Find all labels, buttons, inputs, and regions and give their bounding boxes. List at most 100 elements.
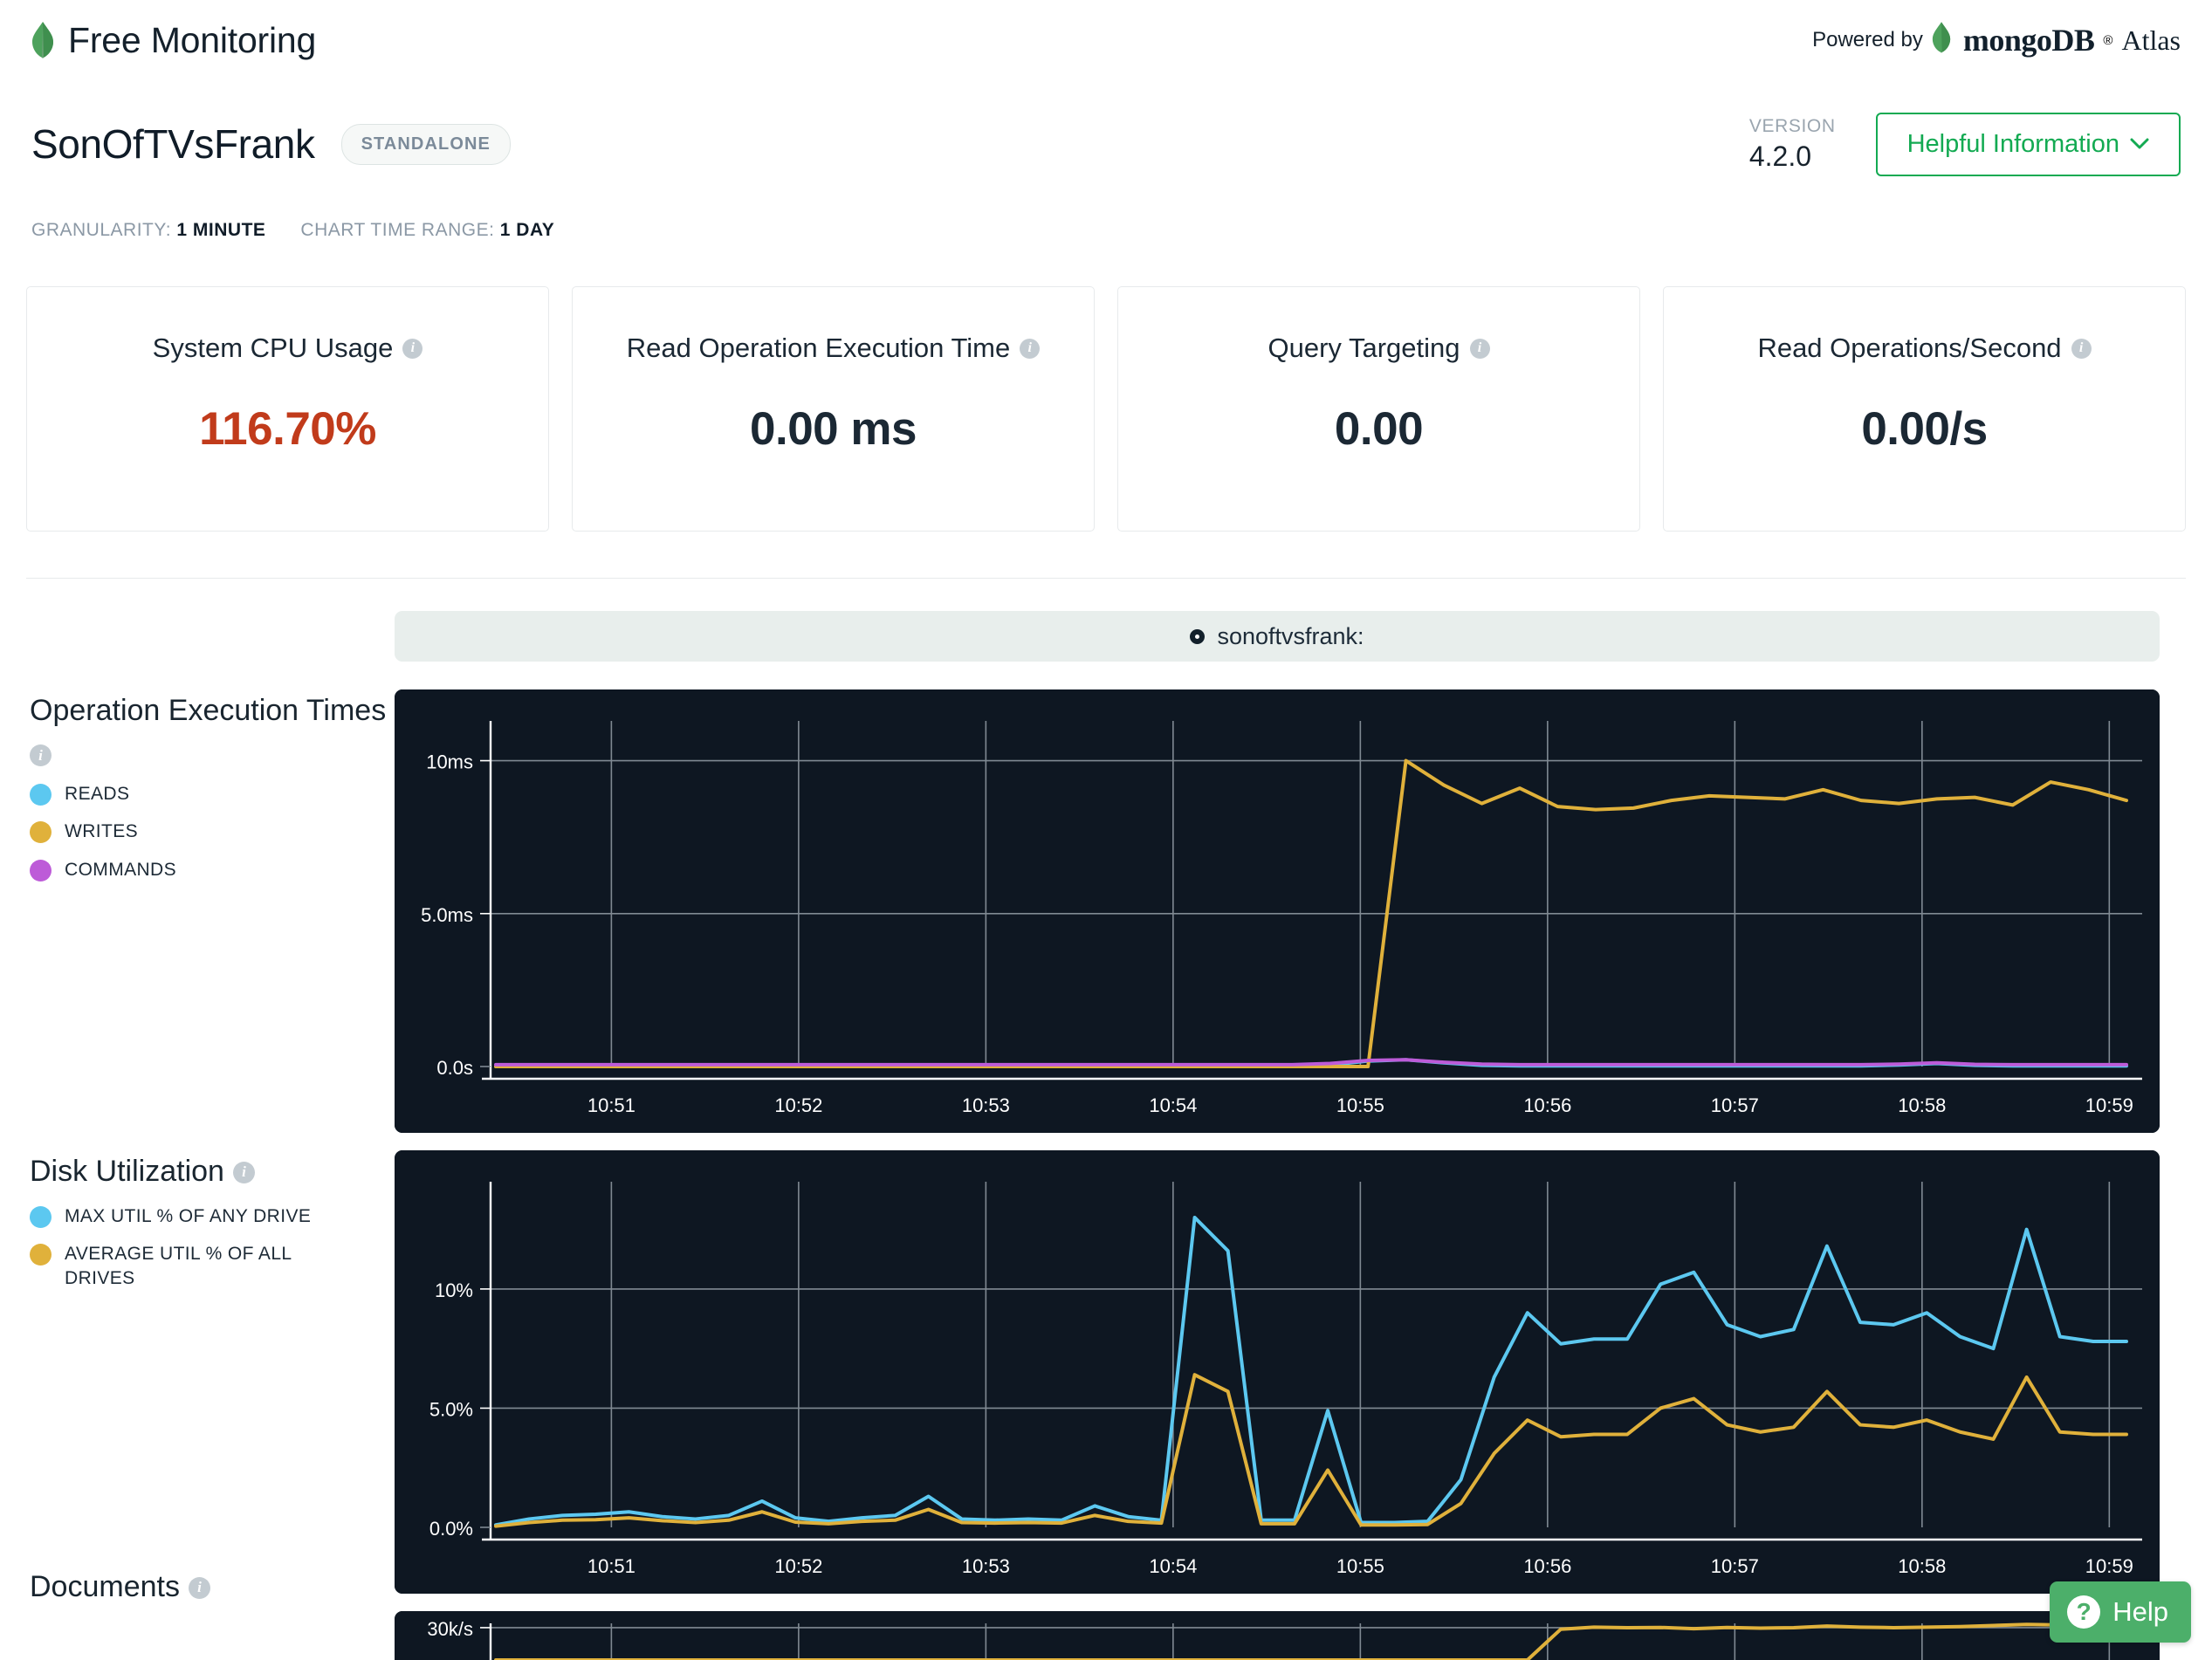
chart-title-operation-execution-times: Operation Execution Times i: [30, 693, 395, 767]
legend-label: READS: [65, 784, 130, 805]
legend-disk-utilization: MAX UTIL % OF ANY DRIVE AVERAGE UTIL % O…: [30, 1204, 395, 1290]
svg-text:5.0ms: 5.0ms: [421, 904, 473, 926]
svg-text:10:54: 10:54: [1149, 1555, 1197, 1577]
info-icon[interactable]: i: [188, 1577, 210, 1599]
svg-text:10:57: 10:57: [1711, 1555, 1759, 1577]
host-selector-label: sonoftvsfrank:: [1217, 622, 1364, 649]
status-badge: STANDALONE: [340, 123, 511, 165]
registered-mark: ®: [2103, 32, 2113, 48]
metric-card-title: System CPU Usage i: [153, 333, 423, 364]
header-right-group: VERSION 4.2.0 Helpful Information: [1749, 112, 2181, 176]
host-selector[interactable]: sonoftvsfrank:: [395, 611, 2160, 662]
mongodb-leaf-icon: [31, 22, 54, 58]
version-value: 4.2.0: [1748, 140, 1812, 172]
svg-text:30k/s: 30k/s: [427, 1618, 473, 1640]
svg-text:5.0%: 5.0%: [429, 1398, 473, 1420]
legend-swatch-max-util: [30, 1206, 52, 1229]
granularity-group: GRANULARITY: 1 MINUTE: [31, 220, 265, 241]
chart-canvas-operation-execution-times[interactable]: 0.0s 5.0ms 10ms 10:51 10:52 10:53 10:54 10:55 10…: [395, 689, 2160, 1133]
version-label: VERSION: [1748, 115, 1836, 136]
svg-text:10:55: 10:55: [1336, 1555, 1384, 1577]
legend-item-average-util[interactable]: AVERAGE UTIL % OF ALL DRIVES: [30, 1242, 395, 1290]
helpful-information-button[interactable]: Helpful Information: [1875, 112, 2181, 176]
legend-item-writes[interactable]: WRITES: [30, 820, 395, 844]
svg-text:10:52: 10:52: [774, 1555, 822, 1577]
metric-card-read-exec-time: Read Operation Execution Time i 0.00 ms: [572, 286, 1095, 532]
metric-title-text: System CPU Usage: [152, 333, 394, 363]
info-icon[interactable]: i: [1469, 338, 1490, 359]
svg-text:10:51: 10:51: [587, 1555, 635, 1577]
top-bar: Free Monitoring Powered by mongoDB ® Atl…: [0, 0, 2212, 80]
cluster-header: SonOfTVsFrank STANDALONE VERSION 4.2.0 H…: [31, 109, 2181, 179]
svg-text:10%: 10%: [435, 1279, 473, 1301]
metric-value: 0.00: [1334, 403, 1424, 455]
granularity-value[interactable]: 1 MINUTE: [176, 220, 265, 240]
svg-text:10:56: 10:56: [1523, 1555, 1571, 1577]
svg-text:10:59: 10:59: [2085, 1094, 2133, 1116]
chart-title-disk-utilization: Disk Utilization i: [30, 1154, 395, 1189]
chart-title-text: Operation Execution Times: [30, 694, 387, 727]
time-range-value[interactable]: 1 DAY: [500, 220, 554, 240]
svg-text:10:52: 10:52: [774, 1094, 822, 1116]
metric-card-row: System CPU Usage i 116.70% Read Operatio…: [26, 286, 2186, 532]
svg-text:0.0s: 0.0s: [436, 1057, 473, 1079]
metric-card-query-targeting: Query Targeting i 0.00: [1117, 286, 1640, 532]
svg-text:10:51: 10:51: [587, 1094, 635, 1116]
info-icon[interactable]: i: [402, 338, 423, 359]
chart-side-operation-execution-times: Operation Execution Times i READS WRITES…: [0, 689, 395, 1133]
chart-title-text: Disk Utilization: [30, 1155, 224, 1188]
info-icon[interactable]: i: [232, 1162, 255, 1183]
metric-value: 0.00 ms: [750, 403, 917, 455]
chart-row-disk-utilization: Disk Utilization i MAX UTIL % OF ANY DRI…: [0, 1150, 2212, 1594]
brand-title: Free Monitoring: [68, 19, 317, 60]
chart-row-operation-execution-times: Operation Execution Times i READS WRITES…: [0, 689, 2212, 1133]
help-button[interactable]: ? Help: [2050, 1581, 2191, 1643]
chart-side-documents: Documents i: [0, 1570, 395, 1660]
svg-text:10ms: 10ms: [426, 751, 473, 773]
chart-side-disk-utilization: Disk Utilization i MAX UTIL % OF ANY DRI…: [0, 1150, 395, 1594]
chart-canvas-documents[interactable]: 30k/s: [395, 1611, 2160, 1660]
legend-label: MAX UTIL % OF ANY DRIVE: [65, 1206, 312, 1227]
chart-row-documents: Documents i 30k/s: [0, 1570, 2212, 1660]
info-icon[interactable]: i: [2071, 338, 2092, 359]
radio-selected-icon[interactable]: [1190, 628, 1206, 644]
legend-item-max-util[interactable]: MAX UTIL % OF ANY DRIVE: [30, 1204, 395, 1229]
granularity-bar: GRANULARITY: 1 MINUTE CHART TIME RANGE: …: [31, 220, 554, 241]
legend-label: WRITES: [65, 821, 139, 842]
chart-title-documents: Documents i: [30, 1569, 395, 1604]
legend-item-reads[interactable]: READS: [30, 782, 395, 806]
metric-value: 116.70%: [199, 403, 376, 455]
metric-title-text: Query Targeting: [1267, 333, 1460, 363]
legend-operation-execution-times: READS WRITES COMMANDS: [30, 782, 395, 881]
info-icon[interactable]: i: [1020, 338, 1041, 359]
metric-value: 0.00/s: [1861, 403, 1988, 455]
metric-card-title: Query Targeting i: [1268, 333, 1490, 364]
atlas-wordmark: Atlas: [2121, 24, 2181, 56]
help-button-label: Help: [2112, 1596, 2168, 1627]
chart-canvas-disk-utilization[interactable]: 0.0% 5.0% 10% 10:51 10:52 10:53 10:54 10:55 10:5…: [395, 1150, 2160, 1594]
legend-label: AVERAGE UTIL % OF ALL DRIVES: [65, 1244, 292, 1288]
legend-item-commands[interactable]: COMMANDS: [30, 858, 395, 881]
question-mark-icon: ?: [2067, 1595, 2101, 1629]
chart-title-text: Documents: [30, 1570, 180, 1603]
version-block: VERSION 4.2.0: [1749, 116, 1836, 176]
powered-by-atlas: Powered by mongoDB ® Atlas: [1812, 22, 2181, 58]
svg-text:10:57: 10:57: [1711, 1094, 1759, 1116]
svg-text:10:58: 10:58: [1898, 1555, 1946, 1577]
page-title: SonOfTVsFrank: [31, 121, 315, 167]
svg-text:10:58: 10:58: [1898, 1094, 1946, 1116]
info-icon[interactable]: i: [30, 744, 52, 767]
svg-text:10:53: 10:53: [962, 1555, 1010, 1577]
svg-text:10:53: 10:53: [962, 1094, 1010, 1116]
metric-title-text: Read Operations/Second: [1757, 333, 2062, 363]
svg-text:10:59: 10:59: [2085, 1555, 2133, 1577]
metric-title-text: Read Operation Execution Time: [626, 333, 1011, 363]
legend-swatch-average-util: [30, 1244, 52, 1266]
mongodb-leaf-icon-small: [1932, 22, 1954, 58]
time-range-label: CHART TIME RANGE:: [300, 220, 495, 240]
time-range-group: CHART TIME RANGE: 1 DAY: [300, 220, 554, 241]
metric-card-title: Read Operations/Second i: [1757, 333, 2092, 364]
helpful-information-label: Helpful Information: [1906, 129, 2119, 158]
svg-text:10:56: 10:56: [1523, 1094, 1571, 1116]
legend-label: COMMANDS: [65, 859, 177, 880]
